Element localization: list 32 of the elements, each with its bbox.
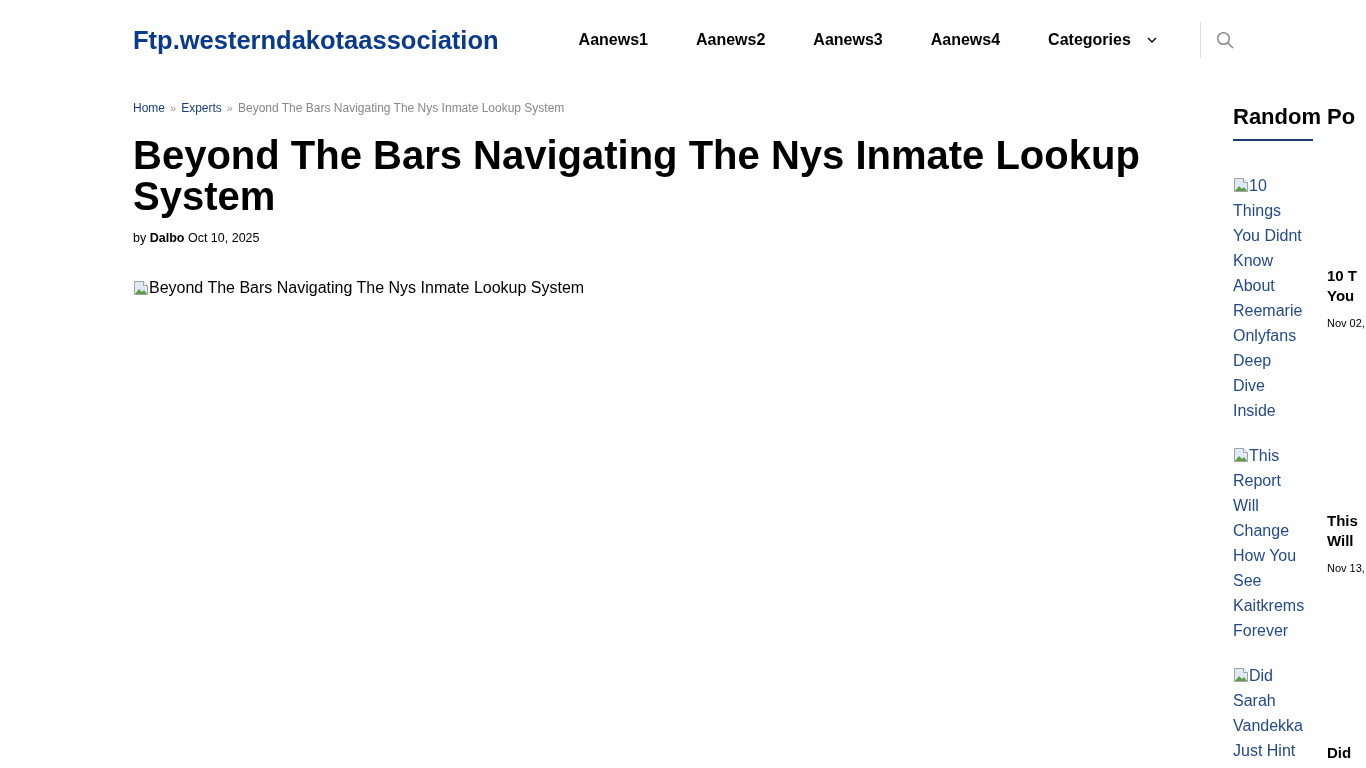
breadcrumb-current: Beyond The Bars Navigating The Nys Inmate Lookup System	[237, 100, 565, 116]
chevron-down-icon	[1146, 37, 1157, 43]
post-image-link[interactable]: 10 Things You Didnt Know About Reemarie Onlyfans Deep Dive Inside	[1233, 173, 1305, 423]
broken-image-icon	[1233, 667, 1249, 683]
post-date: Nov 13,	[1327, 561, 1366, 575]
breadcrumb-link[interactable]: Home	[133, 100, 165, 116]
breadcrumb-separator: »	[226, 101, 233, 116]
nav-dropdown-button[interactable]: Categories	[1048, 31, 1157, 49]
nav-link[interactable]: Aanews4	[930, 31, 1001, 49]
site-logo[interactable]: Ftp.westerndakotaassociation	[133, 25, 499, 55]
post-date: Nov 02,	[1327, 316, 1366, 330]
post-image-link[interactable]: Did Sarah Vandekka Just Hint	[1233, 663, 1305, 763]
broken-image-icon	[133, 280, 149, 296]
breadcrumb-link[interactable]: Experts	[181, 100, 222, 116]
sidebar-heading: Random Po	[1233, 103, 1357, 131]
nav-link[interactable]: Aanews3	[813, 31, 883, 49]
nav-link[interactable]: Aanews2	[695, 31, 766, 49]
byline-prefix: by	[133, 231, 147, 245]
image-alt-text: Beyond The Bars Navigating The Nys Inmate Lookup System	[149, 278, 585, 298]
article-title: Beyond The Bars Navigating The Nys Inmate Lookup System	[133, 135, 1141, 217]
search-icon	[1215, 31, 1234, 49]
broken-image-icon	[1233, 447, 1249, 463]
author-link[interactable]: Dalbo	[149, 231, 185, 245]
post-title-link[interactable]: 10 T You	[1327, 266, 1366, 306]
post-title-link[interactable]: This Will	[1327, 511, 1366, 551]
post-title-link[interactable]: Did	[1327, 743, 1366, 763]
nav-link[interactable]: Aanews1	[578, 31, 648, 49]
article-date: Oct 10, 2025	[187, 231, 260, 245]
search-button[interactable]	[1215, 31, 1234, 49]
breadcrumb-separator: »	[170, 101, 177, 116]
post-image-link[interactable]: This Report Will Change How You See Kaitkrems Forever	[1233, 443, 1305, 643]
broken-image-icon	[1233, 177, 1249, 193]
